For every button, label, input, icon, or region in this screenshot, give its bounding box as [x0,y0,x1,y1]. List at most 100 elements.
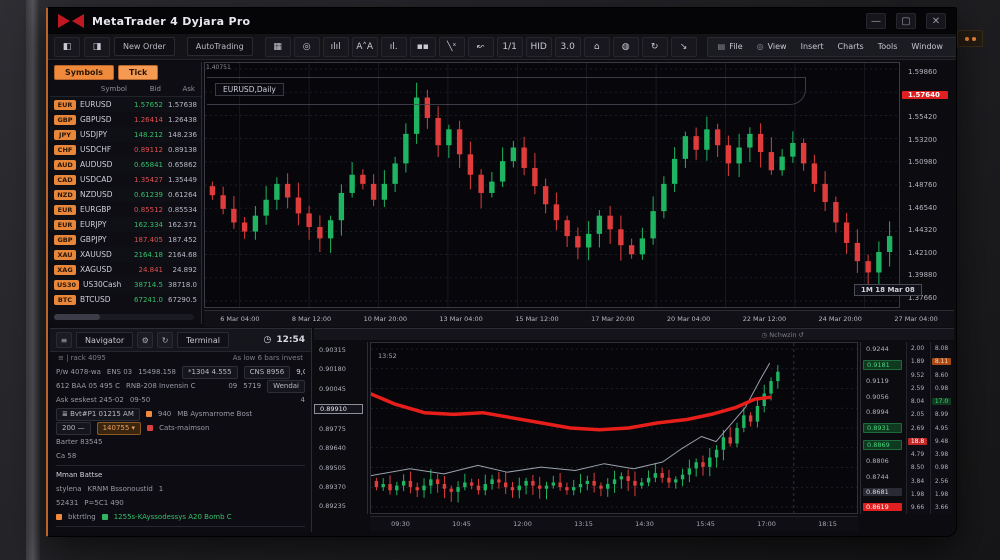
toolbar-tool-icon[interactable]: HID [526,37,552,57]
menu-item-file[interactable]: ▤File [712,42,749,51]
toolbar-tool-icon[interactable]: ◍ [613,37,639,57]
toolbar-tool-icon[interactable]: 3.0 [555,37,581,57]
price-axis-label: 1.39880 [902,271,954,279]
price-axis-label: 0.9244 [863,345,902,353]
list-item[interactable]: stylenaKRNM Bssonoustid1 [56,482,305,496]
list-icon[interactable]: ≡ [56,332,72,348]
toolbar-tool-icon[interactable]: ▦ [265,37,291,57]
table-row[interactable]: GBPGBPJPY187.405187.452 [50,232,201,247]
chart-next-icon[interactable]: ◨ [84,37,110,57]
close-button[interactable]: ✕ [926,13,946,29]
toolbar-tool-icon[interactable]: ⌂ [584,37,610,57]
menu-item-label: Charts [838,42,864,51]
column-ask: Ask [161,85,195,93]
table-row[interactable]: XAGXAGUSD24.84124.892 [50,262,201,277]
toolbar-tool-icon[interactable]: ◎ [294,37,320,57]
list-item[interactable]: 200 —140755 ▾Cats-maimson [56,421,305,435]
market-watch-tab[interactable]: Symbols [54,65,114,80]
main-chart[interactable]: EURUSD,Daily [204,62,900,308]
terminal-chip[interactable]: 200 — [56,422,91,435]
price-axis-label: 0.9056 [863,393,902,401]
market-watch-tab[interactable]: Tick [118,65,158,80]
depth-cell: 4.95 [932,425,951,432]
navigator-tab[interactable]: Navigator [76,332,133,348]
menu-item-view[interactable]: ◎View [751,42,793,51]
list-item[interactable]: 612 BAA 05 495 CRNB-208 Invensin C095719… [56,379,305,393]
bid-value: 2164.18 [129,251,163,259]
clock-icon: ◷ [263,335,271,345]
list-item[interactable]: Ca 58 [56,449,305,463]
list-item[interactable]: Mman Battse [56,468,305,482]
menu-bar: ▤File◎ViewInsert Charts ToolsWindowHelp [707,37,957,57]
table-row[interactable]: AUDAUDUSD0.658410.65862 [50,157,201,172]
price-axis-label: 0.89910 [314,404,363,414]
terminal-chip[interactable]: *1304 4.555 [182,366,238,379]
toolbar-tool-icon[interactable]: ıl. [381,37,407,57]
price-axis-label: 0.89505 [314,464,367,472]
table-row[interactable]: JPYUSDJPY148.212148.236 [50,127,201,142]
scrollbar-thumb[interactable] [54,314,100,320]
lower-chart[interactable] [370,342,858,514]
table-row[interactable]: CHFUSDCHF0.891120.89138 [50,142,201,157]
list-item[interactable]: ≣ Bvt#P1 01215 AM940MB Aysmarrome Bost [56,407,305,421]
toolbar-tool-icon[interactable]: ╲ˣ [439,37,465,57]
price-axis-label: 0.90045 [314,385,367,393]
menu-item-charts[interactable]: Charts [832,42,870,51]
depth-cell: 8.11 [932,358,951,365]
list-item[interactable]: r5-95 Bomskstir500Mwrit650 ⊞ [56,529,305,532]
symbol-badge: EUR [54,220,76,230]
toolbar-tool-icon[interactable]: ▪▪ [410,37,436,57]
price-axis-label: 0.9181 [863,360,902,370]
list-item[interactable]: P/w 4078-waENS 0315498.158*1304 4.555CNS… [56,365,305,379]
table-row[interactable]: EUREURUSD1.576521.57638 [50,97,201,112]
toolbar-tool-icon[interactable]: ↻ [642,37,668,57]
menu-item-tools[interactable]: Tools [872,42,904,51]
maximize-button[interactable]: ▢ [896,13,916,29]
terminal-chip[interactable]: CNS 8956 [244,366,291,379]
toolbar-tool-icon[interactable]: 1/1 [497,37,523,57]
menu-item-window[interactable]: Window [905,42,949,51]
terminal-chip[interactable]: ≣ Bvt#P1 01215 AM [56,408,140,421]
clock-readout: ◷ 12:54 [263,335,305,345]
column-bid: Bid [127,85,161,93]
table-row[interactable]: NZDNZDUSD0.612390.61264 [50,187,201,202]
sidebar-scrollbar[interactable] [54,314,194,320]
title-bar: MetaTrader 4 Dyjara Pro — ▢ ✕ [48,8,956,35]
new-order-button[interactable]: New Order [114,37,175,56]
gear-icon[interactable]: ⚙ [137,332,153,348]
depth-cell: 8.99 [932,411,951,418]
toolbar-tool-icon[interactable]: ılıl [323,37,349,57]
terminal-chip[interactable]: Wendai [267,380,305,393]
list-item[interactable]: 52431P=5C1 490 [56,496,305,510]
symbol-badge: JPY [54,130,76,140]
market-watch-tabs: Symbols Tick [50,62,201,83]
autotrading-button[interactable]: AutoTrading [187,37,253,56]
toolbar-tool-icon[interactable]: ↘ [671,37,697,57]
refresh-icon[interactable]: ↻ [157,332,173,348]
ask-value: 187.452 [163,236,197,244]
table-row[interactable]: CADUSDCAD1.354271.35449 [50,172,201,187]
table-row[interactable]: US30US30Cash38714.538718.0 [50,277,201,292]
price-axis-label: 1.42100 [902,249,954,257]
menu-item-insert[interactable]: Insert [795,42,830,51]
terminal-chip-orange[interactable]: 140755 ▾ [97,422,141,435]
menu-item-help[interactable]: Help [951,42,957,51]
toolbar-tool-icon[interactable]: ↜ [468,37,494,57]
chart-prev-icon[interactable]: ◧ [54,37,80,57]
table-row[interactable]: BTCBTCUSD67241.067290.5 [50,292,201,307]
list-item[interactable]: Barter 83545 [56,435,305,449]
table-row[interactable]: EUREURJPY162.334162.371 [50,217,201,232]
symbol-badge: EUR [54,205,76,215]
table-row[interactable]: EUREURGBP0.855120.85534 [50,202,201,217]
table-row[interactable]: XAUXAUUSD2164.182164.68 [50,247,201,262]
list-item[interactable]: bktrtlng1255s-KAyssodessys A20 Bomb C [56,510,305,524]
chart-symbol-label: EURUSD,Daily [215,83,284,96]
table-row[interactable]: GBPGBPUSD1.264141.26438 [50,112,201,127]
terminal-tab[interactable]: Terminal [177,332,229,348]
lower-plot[interactable] [371,343,857,513]
ask-value: 1.26438 [163,116,197,124]
bid-value: 67241.0 [129,296,163,304]
toolbar-tool-icon[interactable]: A˄A [352,37,378,57]
minimize-button[interactable]: — [866,13,886,29]
list-item[interactable]: Ask seskest 245-0209-504 [56,393,305,407]
